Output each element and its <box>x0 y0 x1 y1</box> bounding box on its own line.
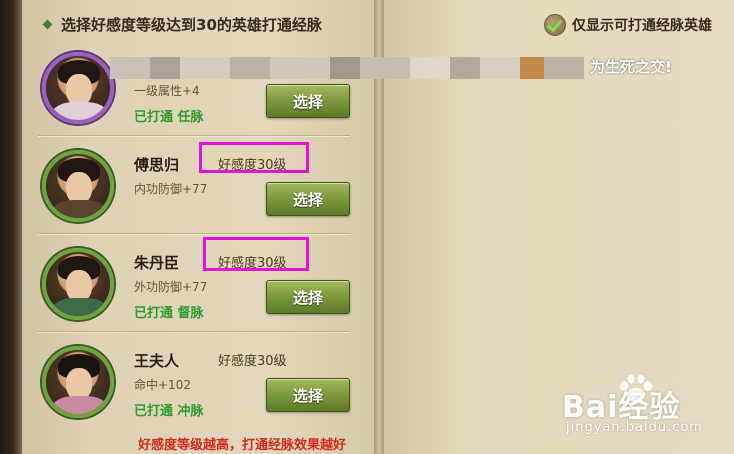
hero-name: 傅思归 <box>134 156 180 174</box>
watermark-url: jingyan.baidu.com <box>566 420 703 435</box>
select-button[interactable]: 选择 <box>266 378 350 412</box>
card-divider <box>38 233 350 234</box>
left-page-edge <box>0 0 22 454</box>
hero-affinity: 好感度30级 <box>218 354 287 369</box>
panel-title-text: 选择好感度等级达到30的英雄打通经脉 <box>61 16 322 34</box>
hero-avatar[interactable] <box>42 52 114 124</box>
select-button[interactable]: 选择 <box>266 280 350 314</box>
hero-avatar[interactable] <box>42 248 114 320</box>
select-button[interactable]: 选择 <box>266 84 350 118</box>
filter-toggle-label: 仅显示可打通经脉英雄 <box>572 18 712 34</box>
hero-name: 王夫人 <box>134 352 180 370</box>
hero-stat: 命中+102 <box>134 378 191 392</box>
hero-meridian-status: 已打通 督脉 <box>134 306 204 321</box>
footer-tip: 好感度等级越高，打通经脉效果越好 <box>138 438 347 453</box>
hero-avatar[interactable] <box>42 150 114 222</box>
banner-text: 为生死之交! <box>590 58 672 76</box>
filter-toggle[interactable]: 仅显示可打通经脉英雄 <box>544 14 712 36</box>
hero-avatar[interactable] <box>42 346 114 418</box>
card-divider <box>38 331 350 332</box>
hero-card: 王夫人 好感度30级 命中+102 已打通 冲脉 选择 <box>38 334 350 430</box>
affinity-highlight-box <box>199 142 309 173</box>
hero-stat: 内功防御+77 <box>134 182 208 196</box>
hero-stat: 外功防御+77 <box>134 280 208 294</box>
hero-meridian-status: 已打通 任脉 <box>134 110 204 125</box>
checkbox-checked-icon[interactable] <box>544 14 566 36</box>
card-divider <box>38 135 350 136</box>
baidu-watermark: Bai经验 jingyan.baidu.com <box>562 374 722 444</box>
hero-stat: 一级属性+4 <box>134 84 200 98</box>
hero-meridian-status: 已打通 冲脉 <box>134 404 204 419</box>
hero-name: 朱丹臣 <box>134 254 180 272</box>
affinity-highlight-box <box>203 237 309 271</box>
diamond-icon <box>42 19 53 30</box>
select-button[interactable]: 选择 <box>266 182 350 216</box>
panel-title: 选择好感度等级达到30的英雄打通经脉 <box>42 14 322 35</box>
